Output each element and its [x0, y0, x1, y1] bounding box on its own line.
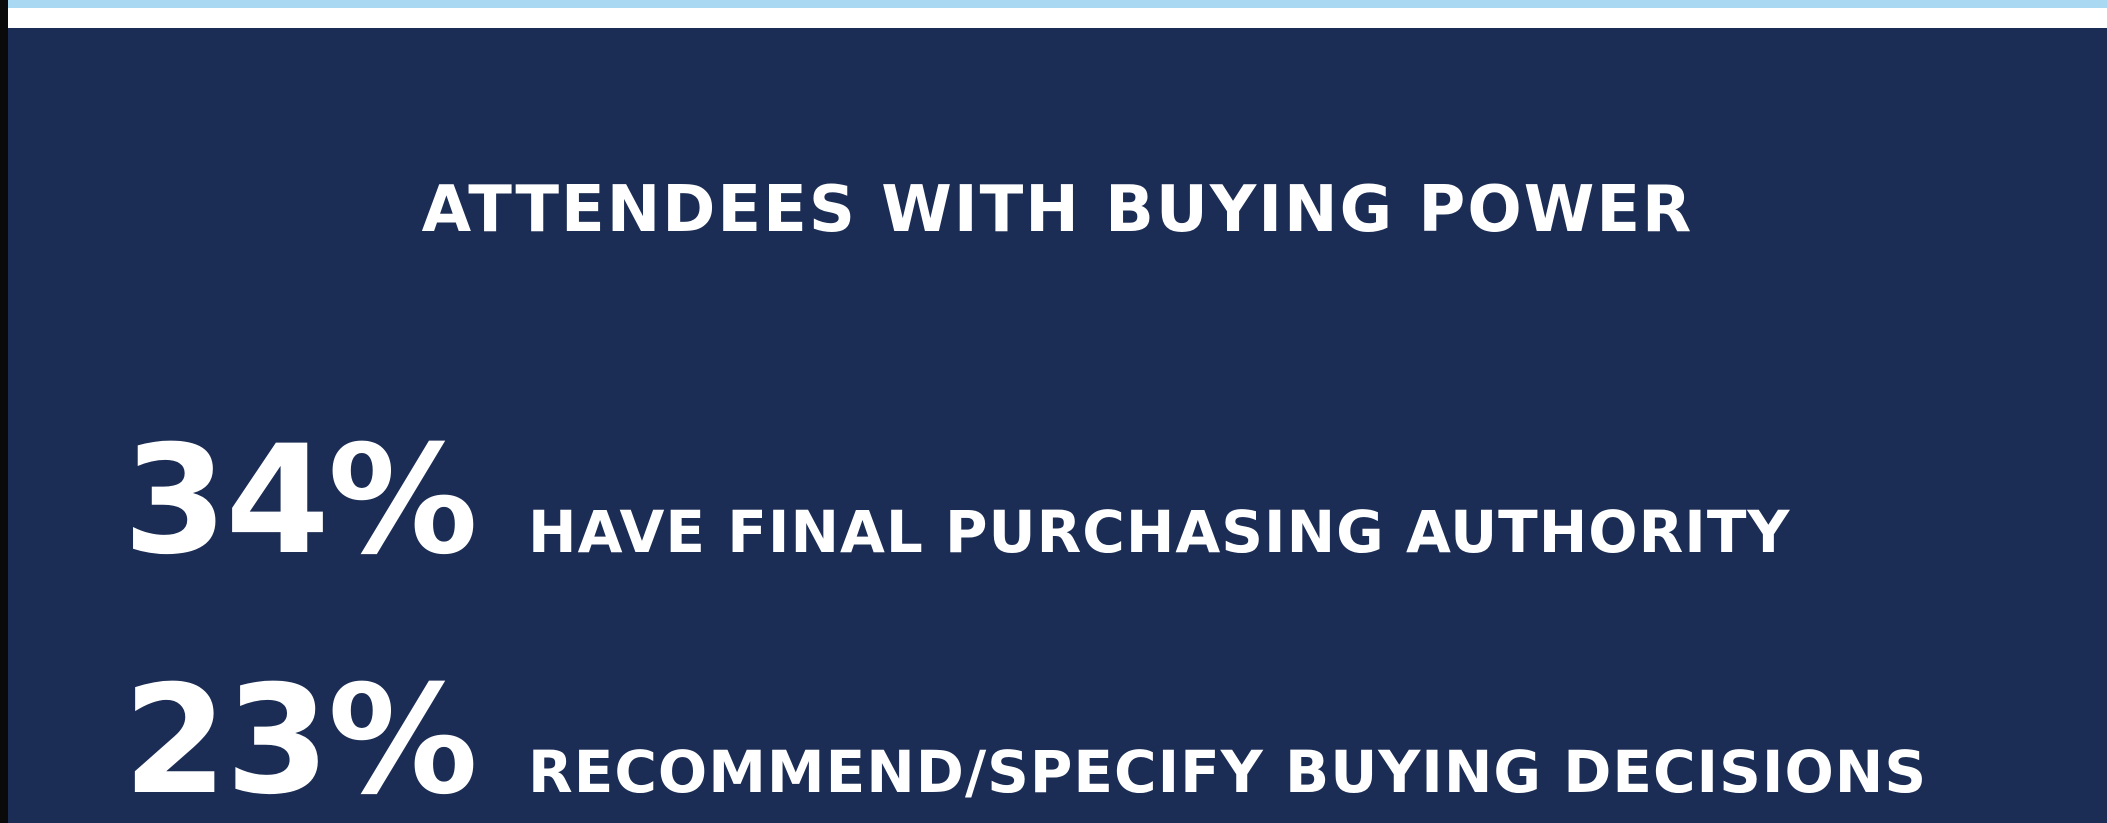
stat-row-final-authority: 34% HAVE FINAL PURCHASING AUTHORITY: [123, 426, 1790, 576]
stat-row-recommend-specify: 23% RECOMMEND/SPECIFY BUYING DECISIONS: [123, 666, 1927, 816]
panel-title: ATTENDEES WITH BUYING POWER: [421, 173, 1694, 247]
stat-percentage: 23%: [123, 654, 478, 823]
infographic-frame: ATTENDEES WITH BUYING POWER 34% HAVE FIN…: [0, 0, 2107, 823]
left-border: [0, 0, 8, 823]
top-accent-bar: [8, 0, 2107, 8]
stat-description: RECOMMEND/SPECIFY BUYING DECISIONS: [528, 738, 1928, 806]
stats-panel: ATTENDEES WITH BUYING POWER 34% HAVE FIN…: [8, 28, 2107, 823]
stat-percentage: 34%: [123, 414, 478, 588]
stat-description: HAVE FINAL PURCHASING AUTHORITY: [528, 498, 1791, 566]
